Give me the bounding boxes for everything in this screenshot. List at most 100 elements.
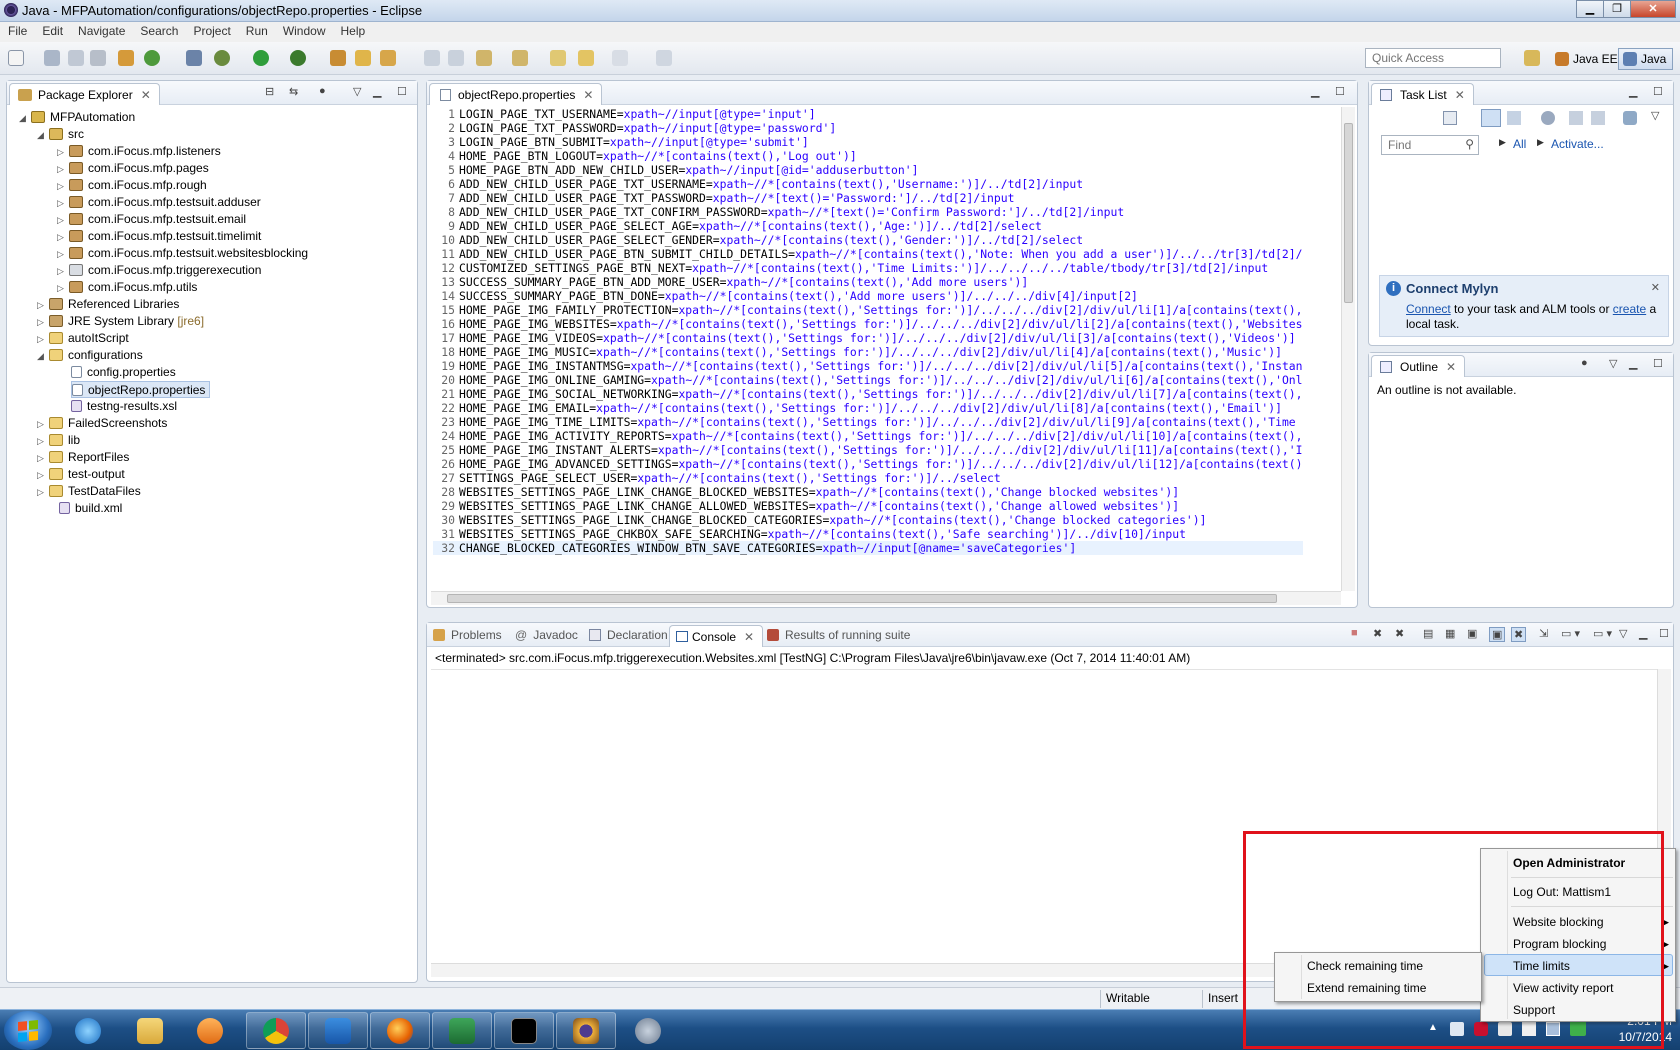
activate-link[interactable]: Activate...: [1551, 137, 1604, 151]
collapse-icon[interactable]: ▷: [57, 263, 69, 280]
close-icon[interactable]: ✕: [1651, 281, 1660, 294]
tree-item-package[interactable]: ▷ com.iFocus.mfp.listeners: [57, 143, 221, 160]
close-icon[interactable]: ✕: [1455, 88, 1465, 102]
close-icon[interactable]: ✕: [744, 630, 754, 644]
code-line[interactable]: 22 HOME_PAGE_IMG_EMAIL=xpath~//*[contains…: [433, 401, 1303, 415]
maximize-icon[interactable]: ☐: [1653, 85, 1663, 98]
tab-results-of-running-suite[interactable]: Results of running suite: [767, 628, 910, 642]
minimize-icon[interactable]: ▁: [1639, 627, 1647, 640]
perspective-java-ee[interactable]: Java EE: [1550, 48, 1625, 70]
code-line[interactable]: 16 HOME_PAGE_IMG_WEBSITES=xpath~//*[conta…: [433, 317, 1303, 331]
perspective-java[interactable]: Java: [1618, 48, 1674, 70]
view-menu-icon[interactable]: ▽: [1619, 627, 1627, 640]
code-line[interactable]: 2 LOGIN_PAGE_TXT_PASSWORD=xpath~//input[@…: [433, 121, 1303, 135]
show-hidden-icons-icon[interactable]: ▲: [1428, 1022, 1438, 1033]
last-edit-icon[interactable]: [550, 50, 566, 66]
tab-objectrepo-properties[interactable]: objectRepo.properties ✕: [429, 83, 603, 105]
pin-console-icon[interactable]: ⇲: [1539, 627, 1548, 640]
code-line[interactable]: 24 HOME_PAGE_IMG_ACTIVITY_REPORTS=xpath~/…: [433, 429, 1303, 443]
maximize-button[interactable]: ❐: [1603, 0, 1631, 18]
horizontal-scrollbar[interactable]: [431, 591, 1341, 605]
taskbar-excel[interactable]: [432, 1012, 492, 1049]
tab-task-list[interactable]: Task List ✕: [1371, 83, 1474, 105]
maximize-icon[interactable]: ☐: [397, 85, 407, 98]
code-line[interactable]: 31 WEBSITES_SETTINGS_PAGE_CHKBOX_SAFE_SEA…: [433, 527, 1303, 541]
flag-icon[interactable]: [1522, 1022, 1536, 1036]
tab-outline[interactable]: Outline ✕: [1371, 355, 1466, 377]
menu-search[interactable]: Search: [132, 22, 185, 38]
display-console-icon[interactable]: ▭ ▾: [1561, 627, 1580, 640]
expand-icon[interactable]: ◢: [19, 110, 31, 127]
taskbar-app[interactable]: [618, 1012, 678, 1049]
save-all-icon[interactable]: [68, 50, 84, 66]
collapse-all-icon[interactable]: [1591, 111, 1605, 125]
scroll-thumb[interactable]: [1344, 123, 1353, 303]
code-line[interactable]: 20 HOME_PAGE_IMG_ONLINE_GAMING=xpath~//*[…: [433, 373, 1302, 387]
minimize-icon[interactable]: ▁: [1311, 85, 1319, 98]
open-folder-icon[interactable]: [355, 50, 371, 66]
menu-item-check-remaining-time[interactable]: Check remaining time: [1307, 959, 1423, 973]
code-line[interactable]: 8 ADD_NEW_CHILD_USER_PAGE_TXT_CONFIRM_PAS…: [433, 205, 1303, 219]
tree-item-src[interactable]: ◢ src: [37, 126, 84, 143]
word-wrap-icon[interactable]: ▣: [1467, 627, 1477, 640]
code-line[interactable]: 5 HOME_PAGE_BTN_ADD_NEW_CHILD_USER=xpath~…: [433, 163, 1303, 177]
code-line[interactable]: 10 ADD_NEW_CHILD_USER_PAGE_SELECT_GENDER=…: [433, 233, 1303, 247]
pin-icon[interactable]: [656, 50, 672, 66]
display-icon[interactable]: [1546, 1022, 1560, 1036]
skip-breakpoints-icon[interactable]: [186, 50, 202, 66]
network-icon[interactable]: [1498, 1022, 1512, 1036]
tree-item-package[interactable]: ▷ com.iFocus.mfp.testsuit.adduser: [57, 194, 261, 211]
collapse-icon[interactable]: ▷: [57, 195, 69, 212]
tree-item-package[interactable]: ▷ com.iFocus.mfp.rough: [57, 177, 207, 194]
menu-item-website-blocking[interactable]: Website blocking: [1513, 915, 1604, 929]
remove-all-icon[interactable]: ✖: [1395, 627, 1404, 640]
collapse-icon[interactable]: ▷: [57, 144, 69, 161]
code-line[interactable]: 7 ADD_NEW_CHILD_USER_PAGE_TXT_PASSWORD=xp…: [433, 191, 1303, 205]
collapse-icon[interactable]: ▷: [57, 212, 69, 229]
maximize-icon[interactable]: ☐: [1335, 85, 1345, 98]
create-link[interactable]: create: [1613, 302, 1646, 316]
tree-item-package[interactable]: ▷ com.iFocus.mfp.testsuit.websitesblockin…: [57, 245, 308, 262]
menu-item-open-administrator[interactable]: Open Administrator: [1513, 856, 1625, 870]
view-menu-icon[interactable]: ▽: [353, 85, 361, 98]
expand-icon[interactable]: ◢: [37, 348, 49, 365]
find-field[interactable]: Find ⚲: [1381, 135, 1479, 155]
tree-item-package[interactable]: ▷ com.iFocus.mfp.pages: [57, 160, 209, 177]
tree-item-folder[interactable]: ▷ FailedScreenshots: [37, 415, 167, 432]
menu-run[interactable]: Run: [238, 22, 275, 38]
tree-item-folder[interactable]: ▷ test-output: [37, 466, 125, 483]
code-line[interactable]: 25 HOME_PAGE_IMG_INSTANT_ALERTS=xpath~//*…: [433, 443, 1303, 457]
clear-console-icon[interactable]: ▤: [1423, 627, 1433, 640]
search-icon[interactable]: [380, 50, 396, 66]
scroll-lock-icon[interactable]: ▦: [1445, 627, 1455, 640]
tree-item-file-selected[interactable]: objectRepo.properties: [71, 381, 211, 398]
code-line[interactable]: 27 SETTINGS_PAGE_SELECT_USER=xpath~//*[co…: [433, 471, 1303, 485]
tree-item-package[interactable]: ▷ com.iFocus.mfp.utils: [57, 279, 197, 296]
run-icon[interactable]: [253, 50, 269, 66]
minimize-icon[interactable]: ▁: [1629, 357, 1637, 370]
menu-item-view-activity-report[interactable]: View activity report: [1513, 981, 1613, 995]
next-annotation-icon[interactable]: [476, 50, 492, 66]
filter-icon[interactable]: ●: [1581, 357, 1588, 369]
collapse-all-icon[interactable]: ⊟: [265, 85, 274, 98]
tree-item-folder[interactable]: ▷ lib: [37, 432, 80, 449]
tab-package-explorer[interactable]: Package Explorer ✕: [9, 83, 160, 105]
prev-annotation-icon[interactable]: [512, 50, 528, 66]
categorized-icon[interactable]: [1481, 109, 1501, 127]
sync-icon[interactable]: [1623, 111, 1637, 125]
print-icon[interactable]: [90, 50, 106, 66]
hide-completed-icon[interactable]: [1569, 111, 1583, 125]
menu-item-support[interactable]: Support: [1513, 1003, 1555, 1017]
code-line[interactable]: 6 ADD_NEW_CHILD_USER_PAGE_TXT_USERNAME=xp…: [433, 177, 1303, 191]
tree-item-folder[interactable]: ◢ configurations: [37, 347, 143, 364]
code-line[interactable]: 3 LOGIN_PAGE_BTN_SUBMIT=xpath~//input[@ty…: [433, 135, 1303, 149]
close-icon[interactable]: ✕: [141, 88, 151, 102]
show-on-error-icon[interactable]: ✖: [1511, 627, 1527, 642]
menu-window[interactable]: Window: [275, 22, 333, 38]
collapse-icon[interactable]: ▷: [37, 297, 49, 314]
code-line[interactable]: 21 HOME_PAGE_IMG_SOCIAL_NETWORKING=xpath~…: [433, 387, 1303, 401]
code-line[interactable]: 15 HOME_PAGE_IMG_FAMILY_PROTECTION=xpath~…: [433, 303, 1303, 317]
menu-item-extend-remaining-time[interactable]: Extend remaining time: [1307, 981, 1426, 995]
code-line[interactable]: 30 WEBSITES_SETTINGS_PAGE_LINK_CHANGE_BLO…: [433, 513, 1303, 527]
code-line[interactable]: 17 HOME_PAGE_IMG_VIDEOS=xpath~//*[contain…: [433, 331, 1303, 345]
